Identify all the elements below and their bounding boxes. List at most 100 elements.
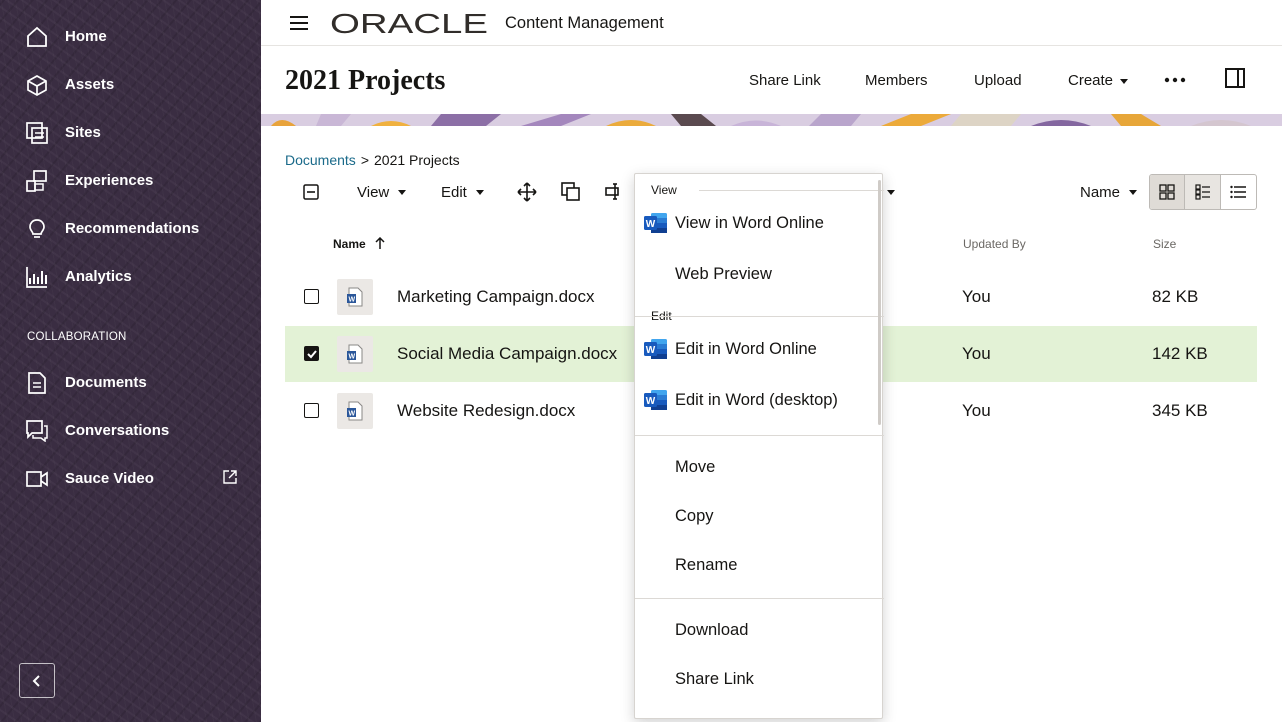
- create-label: Create: [1068, 72, 1114, 89]
- analytics-chart-icon: [26, 267, 47, 288]
- file-name[interactable]: Website Redesign.docx: [397, 401, 575, 421]
- svg-text:W: W: [349, 297, 356, 304]
- menu-group-view: View: [651, 183, 677, 197]
- share-link-button[interactable]: Share Link: [749, 72, 821, 89]
- sidebar-item-sites[interactable]: Sites: [0, 112, 261, 152]
- sidebar-item-home[interactable]: Home: [0, 16, 261, 56]
- view-menu-label: View: [357, 184, 390, 201]
- list-view-button[interactable]: [1185, 175, 1221, 209]
- sidebar-item-assets[interactable]: Assets: [0, 64, 261, 104]
- collaboration-section-label: COLLABORATION: [27, 331, 127, 343]
- menu-item-label: Web Preview: [675, 265, 772, 283]
- column-header-name-label: Name: [333, 237, 366, 251]
- updated-by: You: [962, 401, 991, 420]
- create-button[interactable]: Create: [1068, 72, 1129, 89]
- menu-item-label: Edit in Word (desktop): [675, 391, 838, 409]
- menu-scrollbar[interactable]: [878, 180, 881, 425]
- view-menu-button[interactable]: View: [357, 184, 407, 201]
- menu-item-share-link[interactable]: Share Link: [635, 660, 884, 700]
- menu-item-view-in-word-online[interactable]: W View in Word Online: [635, 204, 884, 244]
- breadcrumb: Documents >2021 Projects: [285, 152, 460, 168]
- word-app-icon: W: [644, 339, 667, 359]
- column-header-updated-by[interactable]: Updated By: [963, 237, 1026, 251]
- page-title: 2021 Projects: [285, 65, 446, 96]
- menu-item-web-preview[interactable]: Web Preview: [635, 255, 884, 295]
- column-header-size[interactable]: Size: [1153, 237, 1176, 251]
- product-name: Content Management: [505, 14, 664, 32]
- sidebar: Home Assets Sites Experiences Recommenda…: [0, 0, 261, 722]
- cube-icon: [27, 75, 47, 96]
- move-icon[interactable]: [517, 182, 537, 202]
- word-app-icon: W: [644, 213, 667, 233]
- copy-icon[interactable]: [561, 182, 581, 202]
- upload-button[interactable]: Upload: [974, 72, 1022, 89]
- word-document-icon: W: [347, 401, 363, 421]
- conversation-icon: [26, 420, 48, 442]
- breadcrumb-separator: >: [360, 152, 369, 168]
- svg-text:W: W: [349, 354, 356, 361]
- more-options-icon[interactable]: [1164, 77, 1186, 83]
- menu-item-label: Rename: [675, 556, 738, 574]
- file-name[interactable]: Social Media Campaign.docx: [397, 344, 617, 364]
- chevron-down-icon[interactable]: [887, 190, 895, 195]
- sidebar-item-label: Experiences: [65, 171, 154, 189]
- row-checkbox[interactable]: [304, 289, 319, 304]
- table-view-button[interactable]: [1221, 175, 1256, 209]
- video-icon: [26, 471, 48, 487]
- sidebar-item-recommendations[interactable]: Recommendations: [0, 208, 261, 248]
- word-app-icon: W: [644, 390, 667, 410]
- rename-icon[interactable]: [605, 182, 621, 202]
- file-name[interactable]: Marketing Campaign.docx: [397, 287, 594, 307]
- collapse-sidebar-button[interactable]: [19, 663, 55, 698]
- file-size: 82 KB: [1152, 287, 1199, 306]
- external-link-icon[interactable]: [222, 469, 238, 485]
- sort-menu-label: Name: [1080, 184, 1121, 201]
- file-size: 345 KB: [1152, 401, 1208, 420]
- sort-menu-button[interactable]: Name: [1080, 184, 1138, 201]
- sidebar-item-label: Sauce Video: [65, 469, 154, 487]
- grid-view-icon: [1159, 184, 1175, 200]
- menu-item-edit-in-word-online[interactable]: W Edit in Word Online: [635, 330, 884, 370]
- menu-item-move[interactable]: Move: [635, 448, 884, 488]
- chevron-down-icon: [1120, 78, 1129, 84]
- menu-item-copy[interactable]: Copy: [635, 497, 884, 537]
- folder-banner: [261, 114, 1282, 126]
- lightbulb-icon: [29, 219, 45, 238]
- breadcrumb-documents-link[interactable]: Documents: [285, 152, 356, 168]
- side-panel-toggle-icon[interactable]: [1225, 68, 1245, 88]
- menu-item-rename[interactable]: Rename: [635, 546, 884, 586]
- page-header: 2021 Projects Share Link Members Upload …: [261, 46, 1282, 114]
- row-checkbox[interactable]: [304, 346, 319, 361]
- sites-icon: [26, 122, 48, 144]
- sidebar-item-documents[interactable]: Documents: [0, 362, 261, 402]
- menu-item-download[interactable]: Download: [635, 611, 884, 651]
- edit-menu-button[interactable]: Edit: [441, 184, 484, 201]
- list-view-icon: [1194, 184, 1210, 200]
- grid-view-button[interactable]: [1150, 175, 1186, 209]
- document-icon: [28, 372, 46, 394]
- sidebar-item-label: Conversations: [65, 421, 170, 439]
- sidebar-item-conversations[interactable]: Conversations: [0, 410, 261, 450]
- sidebar-item-sauce-video[interactable]: Sauce Video: [0, 458, 261, 498]
- view-switcher: [1149, 174, 1257, 210]
- select-all-checkbox[interactable]: [303, 184, 319, 200]
- hamburger-menu-icon[interactable]: [290, 15, 308, 31]
- column-header-name[interactable]: Name: [333, 236, 385, 251]
- members-button[interactable]: Members: [865, 72, 928, 89]
- menu-item-edit-in-word-desktop[interactable]: W Edit in Word (desktop): [635, 381, 884, 421]
- sidebar-item-label: Sites: [65, 123, 101, 141]
- sidebar-item-analytics[interactable]: Analytics: [0, 256, 261, 296]
- word-document-icon: W: [347, 344, 363, 364]
- chevron-down-icon: [1129, 190, 1138, 195]
- row-checkbox[interactable]: [304, 403, 319, 418]
- sidebar-item-label: Recommendations: [65, 219, 200, 237]
- menu-item-label: View in Word Online: [675, 214, 824, 232]
- word-document-icon: W: [347, 287, 363, 307]
- edit-menu-label: Edit: [441, 184, 467, 201]
- chevron-down-icon: [398, 190, 407, 195]
- sidebar-item-experiences[interactable]: Experiences: [0, 160, 261, 200]
- top-bar: ORACLE Content Management: [261, 0, 1282, 46]
- experiences-icon: [26, 170, 47, 192]
- sidebar-item-label: Analytics: [65, 267, 132, 285]
- file-size: 142 KB: [1152, 344, 1208, 363]
